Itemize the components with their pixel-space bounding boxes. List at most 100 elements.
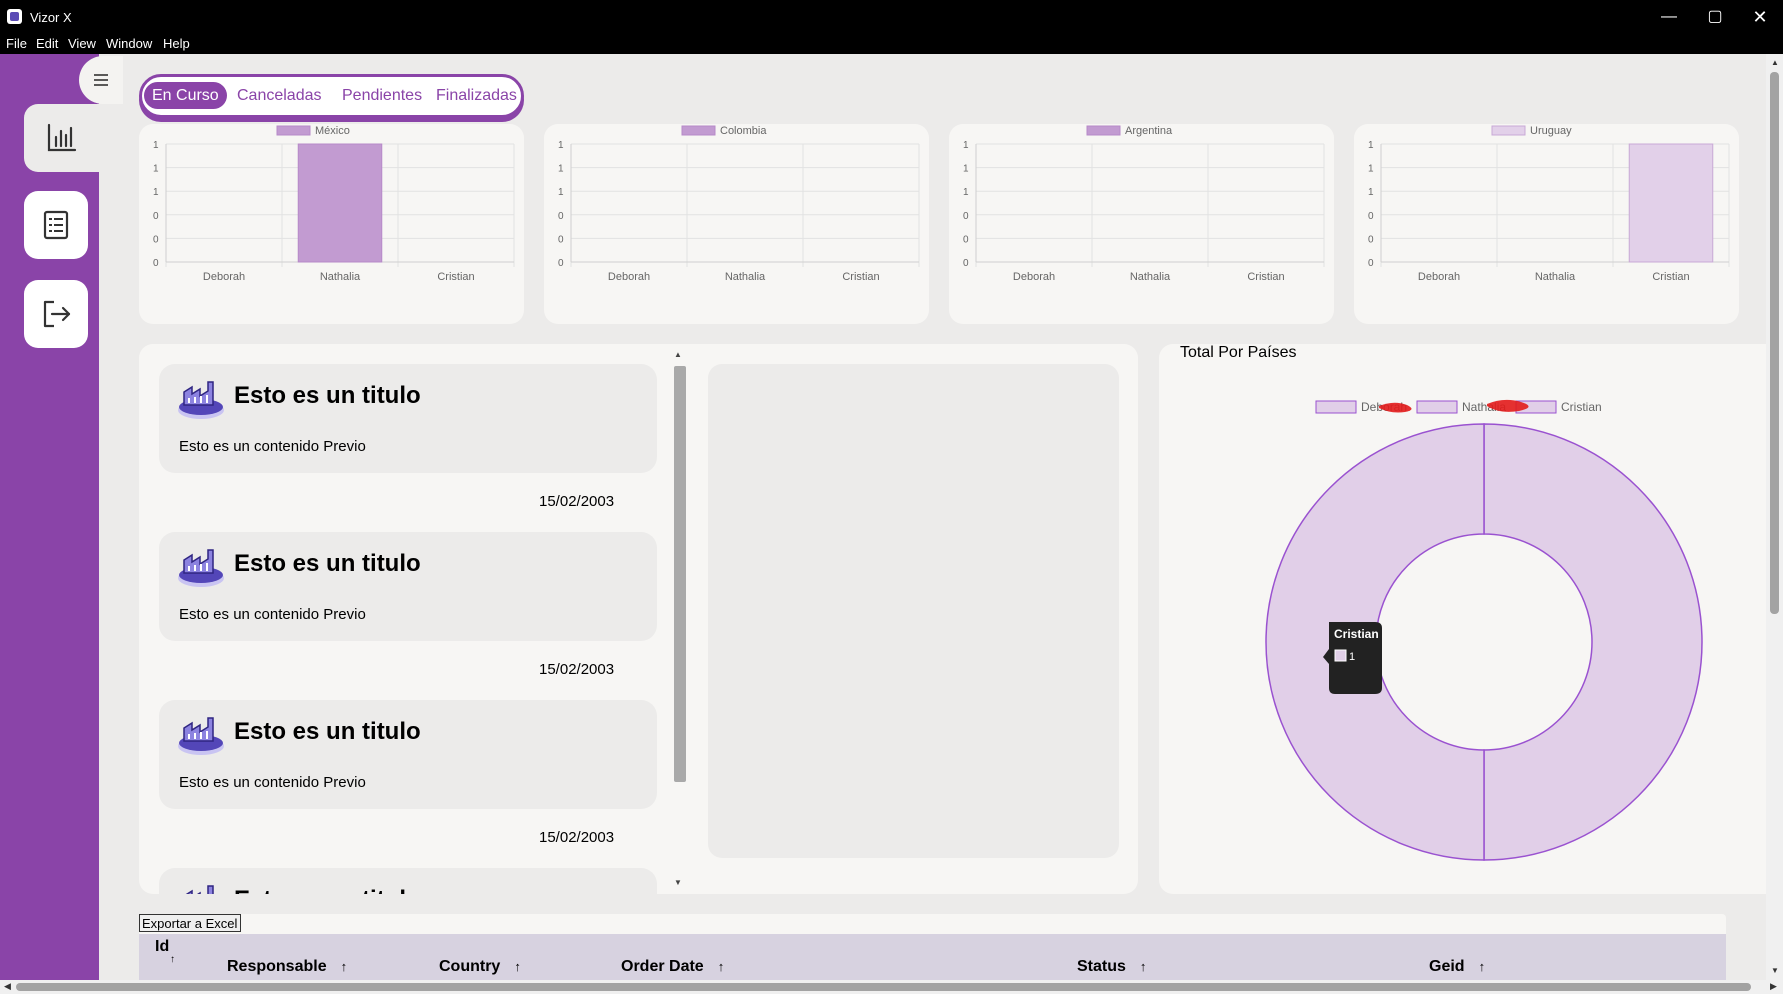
column-header-geid[interactable]: Geid ↑ bbox=[1429, 958, 1485, 976]
column-label: Status bbox=[1077, 958, 1126, 975]
app-logo-icon bbox=[7, 9, 22, 24]
column-header-order-date[interactable]: Order Date ↑ bbox=[621, 958, 724, 976]
orders-table: Id ↑ Responsable ↑ Country ↑ Order Date ↑ St… bbox=[139, 914, 1726, 980]
column-label: Geid bbox=[1429, 958, 1465, 975]
legend-label: Argentina bbox=[1125, 125, 1173, 137]
sort-icon[interactable]: ↑ bbox=[1479, 959, 1486, 974]
legend-label: Colombia bbox=[720, 125, 767, 137]
scroll-up-icon[interactable]: ▲ bbox=[1771, 58, 1779, 67]
sidebar-toggle-button[interactable] bbox=[79, 56, 123, 104]
feed-list[interactable]: Esto es un titulo Esto es un contenido P… bbox=[139, 344, 669, 894]
minimize-button[interactable]: — bbox=[1646, 0, 1692, 34]
window-title: Vizor X bbox=[30, 10, 72, 25]
legend-swatch bbox=[1416, 400, 1458, 414]
legend-swatch bbox=[276, 125, 311, 136]
y-tick-label: 0 bbox=[963, 258, 969, 269]
feed-title: Esto es un titulo bbox=[234, 886, 421, 894]
y-tick-label: 1 bbox=[963, 164, 969, 175]
y-tick-label: 0 bbox=[1368, 211, 1374, 222]
page-horizontal-scrollbar[interactable]: ◀ ▶ bbox=[0, 980, 1783, 994]
column-header-responsable[interactable]: Responsable ↑ bbox=[227, 958, 347, 976]
tab-pendientes[interactable]: Pendientes bbox=[334, 82, 430, 109]
column-label: Country bbox=[439, 958, 501, 975]
feed-scroll-thumb[interactable] bbox=[674, 366, 686, 782]
legend-swatch bbox=[1491, 125, 1526, 136]
export-excel-button[interactable]: Exportar a Excel bbox=[139, 914, 241, 932]
donut-chart-panel: Total Por Países DeborahNathaliaCristian… bbox=[1159, 344, 1766, 894]
sort-icon[interactable]: ↑ bbox=[341, 959, 348, 974]
sidebar-item-dashboard[interactable] bbox=[24, 104, 99, 172]
factory-icon bbox=[178, 381, 224, 419]
donut-chart: DeborahNathaliaCristianCristian1 bbox=[1265, 399, 1703, 861]
feed-panel: Esto es un titulo Esto es un contenido P… bbox=[139, 344, 1138, 894]
chart-card-1: México 1 1 1 0 0 0 Deborah Nathalia Cristian bbox=[139, 124, 524, 324]
x-tick-label: Deborah bbox=[608, 271, 650, 283]
x-tick-label: Deborah bbox=[1418, 271, 1460, 283]
sidebar bbox=[0, 54, 99, 980]
status-tabs: En Curso Canceladas Pendientes Finalizad… bbox=[139, 74, 524, 118]
feed-date: 15/02/2003 bbox=[539, 829, 615, 846]
feed-card[interactable]: Esto es un titulo Esto es un contenido P… bbox=[159, 364, 657, 473]
y-tick-label: 1 bbox=[1368, 164, 1374, 175]
sort-icon[interactable]: ↑ bbox=[1140, 959, 1147, 974]
y-tick-label: 1 bbox=[153, 187, 159, 198]
x-tick-label: Nathalia bbox=[1130, 271, 1171, 283]
donut-chart-title: Total Por Países bbox=[1180, 344, 1297, 361]
factory-icon bbox=[178, 717, 224, 755]
feed-content: Esto es un contenido Previo bbox=[179, 774, 366, 791]
column-header-status[interactable]: Status ↑ bbox=[1077, 958, 1146, 976]
bar-chart-icon bbox=[47, 123, 76, 152]
y-tick-label: 0 bbox=[153, 234, 159, 245]
bar bbox=[1628, 143, 1714, 263]
menu-help[interactable]: Help bbox=[163, 36, 190, 51]
bar-chart: México 1 1 1 0 0 0 Deborah Nathalia Cristian bbox=[153, 125, 515, 283]
feed-title: Esto es un titulo bbox=[234, 550, 421, 577]
list-document-icon bbox=[43, 210, 69, 240]
y-tick-label: 1 bbox=[153, 140, 159, 151]
menu-view[interactable]: View bbox=[68, 36, 96, 51]
feed-card[interactable]: Esto es un titulo bbox=[159, 868, 657, 894]
legend-label: México bbox=[315, 125, 350, 137]
sort-icon[interactable]: ↑ bbox=[170, 954, 175, 965]
menu-edit[interactable]: Edit bbox=[36, 36, 58, 51]
horizontal-scroll-thumb[interactable] bbox=[16, 983, 1751, 991]
y-tick-label: 0 bbox=[1368, 258, 1374, 269]
feed-card[interactable]: Esto es un titulo Esto es un contenido P… bbox=[159, 532, 657, 641]
tooltip-value: 1 bbox=[1349, 651, 1355, 663]
tab-canceladas[interactable]: Canceladas bbox=[229, 82, 330, 109]
sidebar-item-logout[interactable] bbox=[24, 280, 88, 348]
scroll-right-icon[interactable]: ▶ bbox=[1770, 981, 1777, 992]
scroll-left-icon[interactable]: ◀ bbox=[4, 981, 11, 992]
page-vertical-scrollbar[interactable]: ▲ ▼ bbox=[1766, 54, 1783, 980]
vertical-scroll-thumb[interactable] bbox=[1770, 72, 1779, 614]
preview-box bbox=[708, 364, 1119, 858]
chart-card-2: Colombia 1 1 1 0 0 0 Deborah Nathalia Cristian bbox=[544, 124, 929, 324]
feed-scrollbar[interactable]: ▲ ▼ bbox=[672, 350, 686, 890]
column-header-country[interactable]: Country ↑ bbox=[439, 958, 521, 976]
feed-card[interactable]: Esto es un titulo Esto es un contenido P… bbox=[159, 700, 657, 809]
y-tick-label: 1 bbox=[558, 187, 564, 198]
menu-file[interactable]: File bbox=[6, 36, 27, 51]
tab-en-curso[interactable]: En Curso bbox=[144, 82, 227, 109]
bar-chart: Argentina 1 1 1 0 0 0 Deborah Nathalia Cristian bbox=[963, 125, 1325, 283]
scroll-down-icon[interactable]: ▼ bbox=[1771, 966, 1779, 975]
sidebar-item-list[interactable] bbox=[24, 191, 88, 259]
x-tick-label: Nathalia bbox=[1535, 271, 1576, 283]
close-button[interactable]: ✕ bbox=[1737, 0, 1783, 34]
column-header-id[interactable]: Id ↑ bbox=[155, 938, 175, 965]
x-tick-label: Deborah bbox=[203, 271, 245, 283]
y-tick-label: 1 bbox=[558, 164, 564, 175]
menu-window[interactable]: Window bbox=[106, 36, 152, 51]
chart-card-3: Argentina 1 1 1 0 0 0 Deborah Nathalia Cristian bbox=[949, 124, 1334, 324]
bar-chart: Uruguay 1 1 1 0 0 0 Deborah Nathalia Cristian bbox=[1368, 125, 1730, 283]
y-tick-label: 0 bbox=[558, 234, 564, 245]
sort-icon[interactable]: ↑ bbox=[514, 959, 521, 974]
scroll-up-icon[interactable]: ▲ bbox=[674, 350, 682, 359]
x-tick-label: Cristian bbox=[842, 271, 879, 283]
x-tick-label: Deborah bbox=[1013, 271, 1055, 283]
sort-icon[interactable]: ↑ bbox=[718, 959, 725, 974]
scroll-down-icon[interactable]: ▼ bbox=[674, 878, 682, 887]
title-bar: Vizor X — ▢ ✕ bbox=[0, 0, 1783, 34]
tab-finalizadas[interactable]: Finalizadas bbox=[428, 82, 525, 109]
maximize-button[interactable]: ▢ bbox=[1692, 0, 1738, 34]
